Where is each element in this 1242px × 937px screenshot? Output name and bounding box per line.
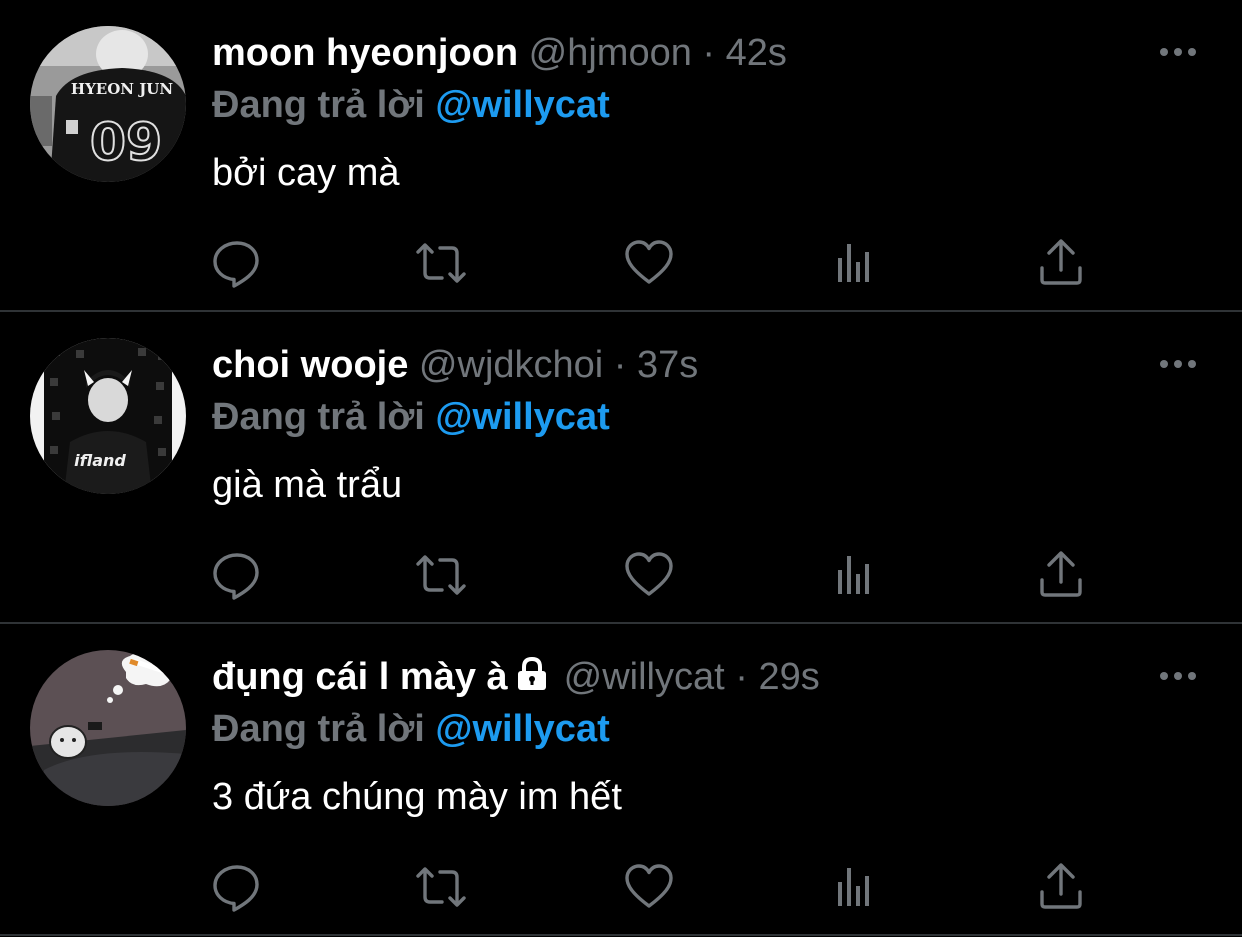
separator: · (613, 344, 627, 386)
tweet-actions (0, 548, 1242, 602)
replying-to: Đang trả lời @willycat (212, 80, 610, 130)
timestamp[interactable]: 29s (758, 656, 819, 698)
tweet-actions (0, 236, 1242, 290)
avatar-shirt-text: ifland (74, 451, 126, 470)
replying-to-label: Đang trả lời (212, 84, 425, 126)
reply-bubble-icon (213, 553, 259, 600)
display-name[interactable]: choi wooje (212, 344, 408, 386)
share-upload-icon (1040, 863, 1082, 909)
tweet-text: già mà trẩu (212, 464, 403, 506)
tweet[interactable]: đụng cái l mày à @willycat · 29s Đang tr… (0, 624, 1242, 935)
retweet-icon (416, 867, 466, 907)
replying-to-label: Đang trả lời (212, 396, 425, 438)
tweet-text: 3 đứa chúng mày im hết (212, 776, 622, 818)
views-button[interactable] (828, 548, 882, 602)
reply-button[interactable] (210, 548, 264, 602)
separator: · (702, 32, 716, 74)
tweet[interactable]: HYEON JUN 09 moon hyeonjoon @hjmoon · 42… (0, 0, 1242, 311)
user-handle[interactable]: @wjdkchoi (419, 344, 603, 386)
display-name[interactable]: moon hyeonjoon (212, 32, 518, 74)
share-button[interactable] (1034, 236, 1088, 290)
more-horizontal-icon[interactable] (1156, 664, 1200, 688)
separator: · (735, 656, 748, 698)
reply-button[interactable] (210, 860, 264, 914)
tweet[interactable]: ifland choi wooje @wjdkchoi · 37s Đang t… (0, 312, 1242, 623)
replying-to-label: Đang trả lời (212, 708, 425, 750)
views-button[interactable] (828, 860, 882, 914)
avatar-jersey-number: 09 (90, 113, 162, 173)
share-upload-icon (1040, 551, 1082, 597)
reply-mention-link[interactable]: @willycat (435, 84, 609, 126)
retweet-button[interactable] (414, 236, 468, 290)
share-upload-icon (1040, 239, 1082, 285)
tweet-header: đụng cái l mày à @willycat · 29s (212, 652, 820, 702)
tweet-actions (0, 860, 1242, 914)
retweet-icon (416, 243, 466, 283)
tweet-header: choi wooje @wjdkchoi · 37s (212, 340, 698, 390)
like-button[interactable] (622, 860, 676, 914)
retweet-button[interactable] (414, 860, 468, 914)
heart-icon (625, 240, 673, 284)
user-handle[interactable]: @willycat (564, 656, 725, 698)
tweet-header: moon hyeonjoon @hjmoon · 42s (212, 28, 787, 78)
avatar-jersey-name: HYEON JUN (71, 80, 173, 98)
replying-to: Đang trả lời @willycat (212, 392, 610, 442)
reply-bubble-icon (213, 865, 259, 912)
views-bar-chart-icon (838, 556, 869, 594)
more-horizontal-icon[interactable] (1156, 352, 1200, 376)
more-horizontal-icon[interactable] (1156, 40, 1200, 64)
display-name[interactable]: đụng cái l mày à (212, 656, 508, 698)
views-bar-chart-icon (838, 868, 869, 906)
reply-button[interactable] (210, 236, 264, 290)
tweet-text: bởi cay mà (212, 152, 400, 194)
share-button[interactable] (1034, 860, 1088, 914)
views-button[interactable] (828, 236, 882, 290)
replying-to: Đang trả lời @willycat (212, 704, 610, 754)
share-button[interactable] (1034, 548, 1088, 602)
reply-bubble-icon (213, 241, 259, 288)
retweet-icon (416, 555, 466, 595)
like-button[interactable] (622, 236, 676, 290)
timestamp[interactable]: 37s (637, 344, 698, 386)
timestamp[interactable]: 42s (726, 32, 787, 74)
user-handle[interactable]: @hjmoon (529, 32, 692, 74)
reply-mention-link[interactable]: @willycat (435, 708, 609, 750)
retweet-button[interactable] (414, 548, 468, 602)
avatar[interactable]: ifland (30, 338, 186, 494)
heart-icon (625, 864, 673, 908)
avatar[interactable] (30, 650, 186, 806)
views-bar-chart-icon (838, 244, 869, 282)
lock-icon (514, 655, 550, 705)
like-button[interactable] (622, 548, 676, 602)
divider (0, 934, 1242, 936)
reply-mention-link[interactable]: @willycat (435, 396, 609, 438)
heart-icon (625, 552, 673, 596)
avatar[interactable]: HYEON JUN 09 (30, 26, 186, 182)
